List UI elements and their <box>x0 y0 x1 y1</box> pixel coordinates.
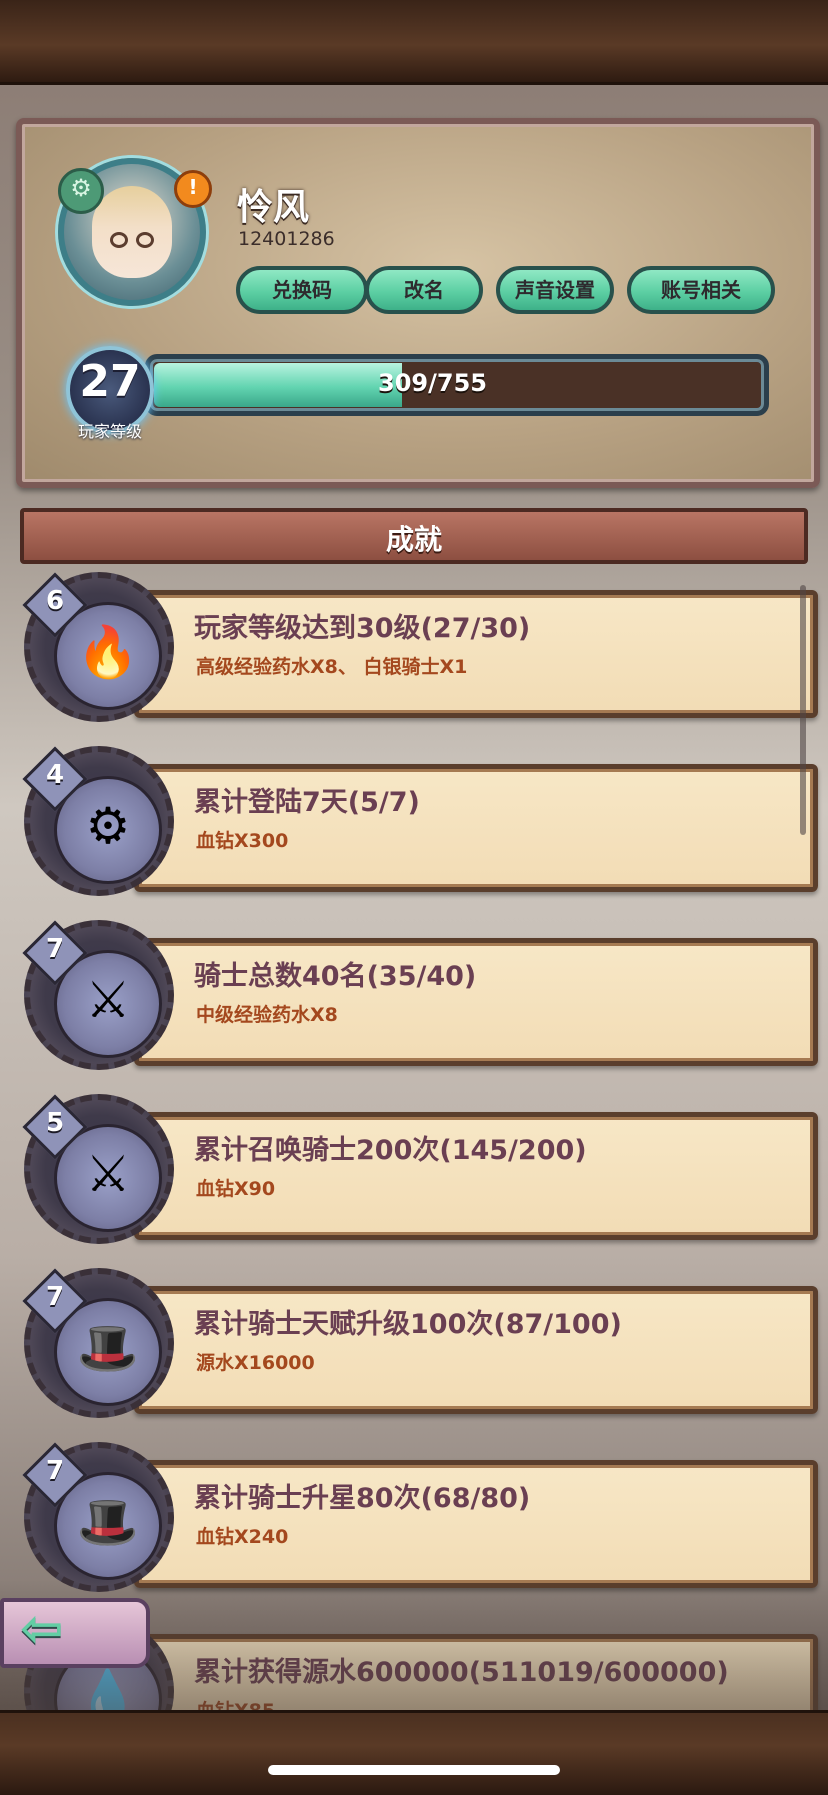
straw-hat-knight-icon: 🎩 <box>76 1319 140 1377</box>
achievement-tier: 7 <box>45 1456 65 1486</box>
player-name: 怜风 <box>237 187 310 228</box>
achievement-title: 玩家等级达到30级(27/30) <box>194 613 531 644</box>
achievement-tier: 5 <box>45 1108 65 1138</box>
knights-group-icon: ⚔ <box>85 1145 131 1203</box>
achievement-title: 累计召唤骑士200次(145/200) <box>194 1135 587 1166</box>
knights-group-icon: ⚔ <box>85 971 131 1029</box>
avatar-portrait <box>92 186 172 278</box>
xp-progress-fill <box>154 363 402 407</box>
achievement-row[interactable]: ⚔ 7 骑士总数40名(35/40) 中级经验药水X8 <box>22 920 818 1070</box>
bottom-frame <box>0 1710 828 1795</box>
achievement-row[interactable]: 🎩 7 累计骑士升星80次(68/80) 血钻X240 <box>22 1442 818 1592</box>
achievement-reward: 中级经验药水X8 <box>196 1004 338 1026</box>
gear-icon[interactable]: ⚙ <box>58 168 104 214</box>
achievement-title: 累计骑士天赋升级100次(87/100) <box>194 1309 622 1340</box>
player-id: 12401286 <box>238 228 335 250</box>
glasses-icon <box>110 232 154 248</box>
home-indicator[interactable] <box>268 1765 560 1775</box>
achievement-title: 骑士总数40名(35/40) <box>194 961 477 992</box>
achievement-reward: 源水X16000 <box>196 1352 315 1374</box>
player-level-badge: 27 玩家等级 <box>48 346 164 446</box>
achievement-row[interactable]: ⚙ 4 累计登陆7天(5/7) 血钻X300 <box>22 746 818 896</box>
achievement-tier: 7 <box>45 934 65 964</box>
back-arrow-icon: ⇦ <box>20 1599 64 1659</box>
achievement-reward: 血钻X300 <box>196 830 289 852</box>
achievements-banner: 成就 <box>20 508 808 564</box>
scrollbar[interactable] <box>800 585 806 835</box>
sound-settings-button[interactable]: 声音设置 <box>496 266 614 314</box>
xp-progress-bar: 309/755 <box>145 354 769 416</box>
achievement-reward: 高级经验药水X8、 白银骑士X1 <box>196 656 468 678</box>
straw-hat-knight-icon: 🎩 <box>76 1493 140 1551</box>
achievement-row[interactable]: 🎩 7 累计骑士天赋升级100次(87/100) 源水X16000 <box>22 1268 818 1418</box>
achievement-tier: 4 <box>45 760 65 790</box>
blue-flame-icon: 🔥 <box>76 623 140 681</box>
exclamation-icon[interactable]: ! <box>174 170 212 208</box>
achievement-title: 累计登陆7天(5/7) <box>194 787 420 818</box>
achievement-row[interactable]: ⚔ 5 累计召唤骑士200次(145/200) 血钻X90 <box>22 1094 818 1244</box>
account-button[interactable]: 账号相关 <box>627 266 775 314</box>
top-frame <box>0 0 828 85</box>
achievement-tier: 6 <box>45 586 65 616</box>
crown-gear-icon: ⚙ <box>85 797 131 855</box>
xp-progress-text: 309/755 <box>378 369 487 397</box>
redeem-code-button[interactable]: 兑换码 <box>236 266 368 314</box>
rename-button[interactable]: 改名 <box>365 266 483 314</box>
achievement-reward: 血钻X90 <box>196 1178 276 1200</box>
back-button[interactable]: ⇦ <box>0 1590 172 1680</box>
achievement-row[interactable]: 🔥 6 玩家等级达到30级(27/30) 高级经验药水X8、 白银骑士X1 <box>22 572 818 722</box>
player-level-label: 玩家等级 <box>77 422 142 441</box>
achievements-title: 成就 <box>385 523 442 556</box>
achievement-reward: 血钻X240 <box>196 1526 289 1548</box>
player-level-number: 27 <box>79 356 141 407</box>
achievement-title: 累计骑士升星80次(68/80) <box>194 1483 531 1514</box>
achievement-tier: 7 <box>45 1282 65 1312</box>
